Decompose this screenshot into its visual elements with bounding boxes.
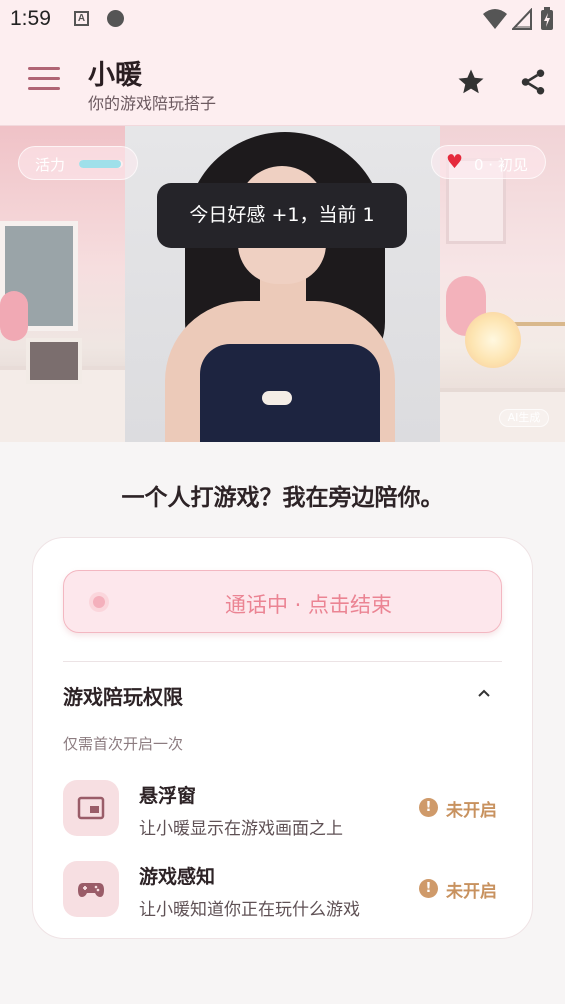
app-title: 小暖: [88, 60, 142, 91]
photo-frame: [26, 338, 82, 384]
permission-desc-floating-window: 让小暖显示在游戏画面之上: [139, 819, 343, 839]
floating-window-icon: [63, 780, 119, 836]
app-subtitle: 你的游戏陪玩搭子: [88, 94, 217, 113]
vigor-bar-fill: [79, 160, 121, 168]
permission-status-floating-window[interactable]: ! 未开启: [419, 796, 509, 821]
permission-status-label: 未开启: [446, 801, 497, 821]
affection-value: 0 · 初见: [474, 156, 528, 174]
status-bar: 1:59 A: [0, 0, 565, 40]
notification-a-icon: A: [74, 11, 89, 26]
ai-generated-tag: AI生成: [499, 409, 549, 427]
vigor-label: 活力: [35, 156, 66, 174]
permission-status-label: 未开启: [446, 882, 497, 902]
warning-icon: !: [419, 798, 438, 817]
cellular-icon: [512, 8, 532, 30]
vigor-bar: [79, 160, 123, 168]
affection-toast: 今日好感 +1，当前 1: [157, 183, 407, 248]
permissions-title: 游戏陪玩权限: [63, 685, 183, 709]
heart-icon: ♥: [446, 151, 464, 173]
menu-button[interactable]: [24, 67, 64, 97]
battery-charging-icon: [541, 7, 553, 30]
flowers-left: [0, 291, 28, 341]
permission-status-game-awareness[interactable]: ! 未开启: [419, 877, 509, 902]
warning-icon: !: [419, 879, 438, 898]
app-bar: 小暖 你的游戏陪玩搭子: [0, 40, 565, 126]
star-icon[interactable]: [456, 67, 486, 97]
menu-icon: [28, 67, 60, 70]
end-call-label: 通话中 · 点击结束: [224, 593, 393, 617]
permissions-hint: 仅需首次开启一次: [63, 735, 184, 753]
affection-badge[interactable]: ♥ 0 · 初见: [431, 145, 546, 179]
dress-bow: [262, 391, 292, 405]
gamepad-icon: [63, 861, 119, 917]
headline: 一个人打游戏？我在旁边陪你。: [121, 485, 444, 511]
status-time: 1:59: [10, 7, 51, 30]
chevron-up-icon[interactable]: [475, 684, 493, 702]
wall-shelf: [512, 322, 565, 326]
vigor-meter: 活力: [18, 146, 138, 180]
divider: [63, 661, 502, 662]
wifi-icon: [483, 9, 507, 29]
notification-dot-icon: [107, 10, 124, 27]
permission-desc-game-awareness: 让小暖知道你正在玩什么游戏: [139, 900, 360, 920]
share-icon[interactable]: [518, 67, 548, 97]
permission-name-floating-window: 悬浮窗: [139, 785, 197, 807]
permission-name-game-awareness: 游戏感知: [139, 866, 216, 888]
lamp: [465, 312, 521, 368]
